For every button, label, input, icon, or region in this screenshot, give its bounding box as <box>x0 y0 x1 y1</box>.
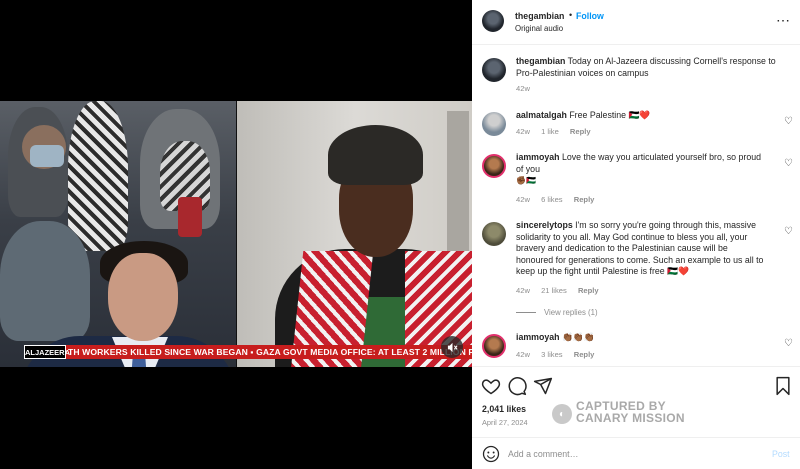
like-comment-heart-icon[interactable]: ♡ <box>784 116 794 127</box>
guest-panel <box>237 101 472 367</box>
news-ticker: ALJAZEERA TH WORKERS KILLED SINCE WAR BE… <box>24 345 472 359</box>
more-options-icon[interactable]: ⋯ <box>776 12 791 29</box>
share-paper-plane-icon[interactable] <box>533 376 553 396</box>
mute-button[interactable] <box>441 336 463 358</box>
reply-button[interactable]: Reply <box>574 350 595 359</box>
ticker-brand: ALJAZEERA <box>24 345 70 359</box>
like-comment-heart-icon[interactable]: ♡ <box>784 158 794 169</box>
comment-time: 42w <box>516 350 530 359</box>
comment-text: 👏🏾👏🏾👏🏾 <box>561 332 595 342</box>
author-username[interactable]: thegambian <box>515 11 564 21</box>
author-avatar[interactable] <box>482 10 504 32</box>
comment-time: 42w <box>516 127 530 136</box>
comment-emoji: ✊🏾🇵🇸 <box>516 176 536 185</box>
view-replies-label: View replies (1) <box>544 308 598 317</box>
ticker-text: TH WORKERS KILLED SINCE WAR BEGAN ▪ GAZA… <box>68 347 472 357</box>
comment-time: 42w <box>516 195 530 204</box>
caption-username[interactable]: thegambian <box>516 56 565 66</box>
comment-likes[interactable]: 3 likes <box>541 350 563 359</box>
comment-time: 42w <box>516 286 530 295</box>
commenter-avatar[interactable] <box>482 112 506 136</box>
audio-label[interactable]: Original audio <box>515 24 563 33</box>
caption-time: 42w <box>516 84 530 93</box>
follow-button[interactable]: Follow <box>576 11 604 21</box>
commenter-avatar[interactable] <box>482 154 506 178</box>
anchor-face <box>108 253 178 341</box>
add-comment-bar: Post <box>472 437 800 469</box>
comment-input[interactable] <box>508 444 758 464</box>
video-player[interactable]: ALJAZEERA TH WORKERS KILLED SINCE WAR BE… <box>0 0 472 469</box>
post-date: April 27, 2024 <box>482 418 528 427</box>
comment-username[interactable]: aalmatalgah <box>516 110 567 120</box>
comment-username[interactable]: sincerelytops <box>516 220 573 230</box>
replies-divider <box>516 312 536 314</box>
reply-button[interactable]: Reply <box>578 286 599 295</box>
like-comment-heart-icon[interactable]: ♡ <box>784 338 794 349</box>
like-comment-heart-icon[interactable]: ♡ <box>784 226 794 237</box>
post-comment-button[interactable]: Post <box>772 449 790 459</box>
save-bookmark-icon[interactable] <box>773 376 793 396</box>
watermark-text: CAPTURED BY CANARY MISSION <box>576 399 685 425</box>
commenter-avatar[interactable] <box>482 222 506 246</box>
comment-likes[interactable]: 21 likes <box>541 286 567 295</box>
reply-button[interactable]: Reply <box>574 195 595 204</box>
speaker-muted-icon <box>447 342 458 352</box>
news-anchor-panel <box>0 101 236 367</box>
reply-button[interactable]: Reply <box>570 127 591 136</box>
video-frame[interactable]: ALJAZEERA TH WORKERS KILLED SINCE WAR BE… <box>0 101 472 367</box>
comment-username[interactable]: iammoyah <box>516 152 560 162</box>
likes-count[interactable]: 2,041 likes <box>482 404 526 414</box>
canary-mission-watermark: CAPTURED BY CANARY MISSION <box>576 400 716 424</box>
post-panel: thegambian • Follow Original audio ⋯ the… <box>472 0 800 469</box>
emoji-smiley-icon[interactable] <box>482 445 500 463</box>
canary-mission-logo-icon: ◐ <box>552 404 572 424</box>
comment-likes[interactable]: 6 likes <box>541 195 563 204</box>
comment-bubble-icon[interactable] <box>507 376 527 396</box>
comment-username[interactable]: iammoyah <box>516 332 560 342</box>
separator-dot: • <box>569 10 573 20</box>
like-heart-icon[interactable] <box>481 376 501 396</box>
comment-likes[interactable]: 1 like <box>541 127 559 136</box>
comments-list[interactable]: thegambian Today on Al-Jazeera discussin… <box>472 46 800 364</box>
caption-avatar[interactable] <box>482 58 506 82</box>
commenter-avatar[interactable] <box>482 334 506 358</box>
view-replies-button[interactable]: View replies (1) <box>516 308 598 317</box>
post-header: thegambian • Follow Original audio ⋯ <box>472 0 800 45</box>
guest-beanie <box>328 125 423 185</box>
comment-text: Free Palestine 🇵🇸❤️ <box>569 110 651 120</box>
